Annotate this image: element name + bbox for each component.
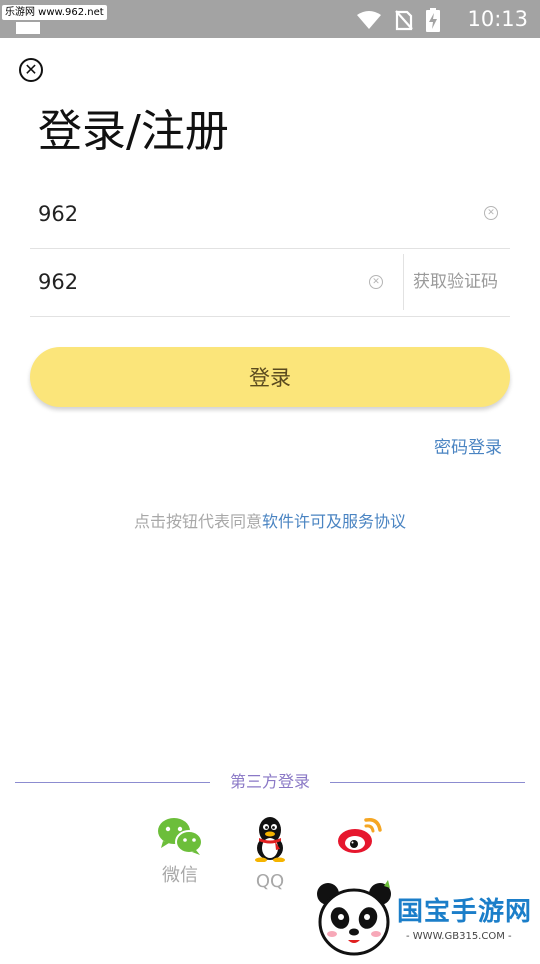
password-login-link[interactable]: 密码登录 — [434, 436, 502, 460]
wechat-icon — [157, 818, 203, 860]
wifi-icon — [356, 10, 382, 34]
qq-login-button[interactable]: QQ — [240, 816, 300, 894]
qq-icon — [250, 817, 290, 866]
agreement-prefix: 点击按钮代表同意 — [133, 512, 262, 531]
phone-field[interactable]: 962 ✕ — [30, 180, 510, 249]
watermark-brand-name: 国宝手游网 — [397, 897, 533, 927]
notification-icon — [16, 22, 40, 34]
watermark-badge: 乐游网 www.962.net — [2, 5, 107, 20]
phone-input[interactable]: 962 — [38, 200, 78, 228]
panda-logo-icon — [314, 880, 396, 964]
status-icons — [356, 8, 440, 36]
weibo-icon — [336, 817, 384, 860]
get-code-button[interactable]: 获取验证码 — [413, 270, 498, 294]
login-button[interactable]: 登录 — [30, 347, 510, 407]
clear-code-icon[interactable]: ✕ — [369, 275, 383, 289]
field-divider — [403, 254, 404, 310]
third-party-label: 第三方登录 — [229, 772, 310, 791]
status-time: 10:13 — [467, 7, 528, 31]
close-button[interactable]: ✕ — [19, 58, 43, 82]
watermark-brand: 国宝手游网 - WWW.GB315.COM - — [300, 868, 540, 960]
code-field[interactable]: 962 ✕ 获取验证码 — [30, 248, 510, 317]
close-icon: ✕ — [24, 60, 38, 79]
qq-label: QQ — [255, 871, 285, 892]
agreement-link[interactable]: 软件许可及服务协议 — [262, 512, 406, 531]
code-input[interactable]: 962 — [38, 268, 78, 296]
wechat-label: 微信 — [162, 865, 198, 886]
status-bar: 乐游网 www.962.net 10:13 — [0, 0, 540, 38]
no-signal-icon — [394, 9, 414, 35]
clear-phone-icon[interactable]: ✕ — [484, 206, 498, 220]
wechat-login-button[interactable]: 微信 — [150, 816, 210, 888]
agreement-text: 点击按钮代表同意软件许可及服务协议 — [0, 510, 540, 534]
watermark-brand-url: - WWW.GB315.COM - — [406, 931, 512, 942]
battery-charging-icon — [426, 8, 440, 36]
weibo-login-button[interactable] — [330, 816, 390, 864]
page-title: 登录/注册 — [38, 106, 229, 157]
